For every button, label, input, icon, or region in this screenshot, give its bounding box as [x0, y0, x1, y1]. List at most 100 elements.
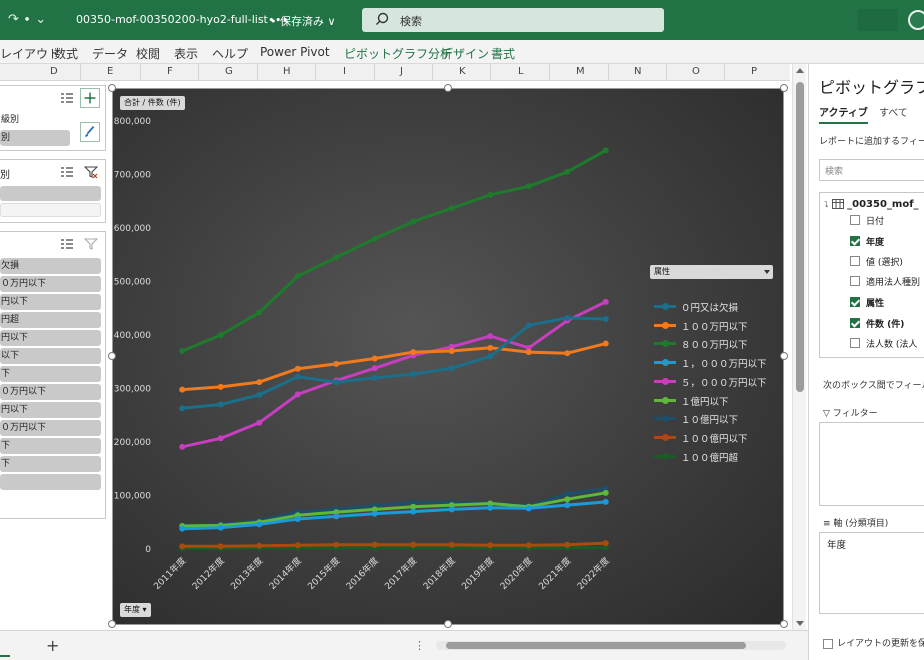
- legend-entry[interactable]: １００万円以下: [654, 318, 784, 333]
- search-box[interactable]: 検索: [362, 8, 664, 32]
- resize-handle[interactable]: [108, 620, 116, 628]
- horizontal-scrollbar[interactable]: [436, 641, 786, 650]
- legend-entry[interactable]: ０円又は欠損: [654, 299, 784, 314]
- add-button[interactable]: [80, 88, 100, 108]
- column-header[interactable]: F: [167, 66, 173, 77]
- resize-handle[interactable]: [108, 352, 116, 360]
- slicer-item[interactable]: 下: [0, 438, 101, 454]
- resize-handle[interactable]: [444, 84, 452, 92]
- field-label: 属性: [866, 299, 885, 309]
- column-header[interactable]: I: [343, 66, 346, 77]
- tab-power-pivot[interactable]: Power Pivot: [260, 45, 330, 59]
- legend-field-button[interactable]: 属性: [650, 265, 773, 279]
- scroll-thumb[interactable]: [796, 82, 804, 392]
- scroll-up-icon[interactable]: [796, 68, 804, 73]
- tab-review[interactable]: 校閲: [136, 45, 160, 62]
- resize-handle[interactable]: [780, 84, 788, 92]
- tab-view[interactable]: 表示: [174, 45, 198, 62]
- slicer-1[interactable]: 級別 別: [0, 85, 106, 151]
- legend-entry[interactable]: １億円以下: [654, 393, 784, 408]
- column-header[interactable]: H: [283, 66, 291, 77]
- filter-area[interactable]: [819, 422, 924, 506]
- brush-button[interactable]: [80, 122, 100, 142]
- defer-checkbox[interactable]: [823, 638, 833, 649]
- column-header[interactable]: L: [518, 66, 524, 77]
- slicer-item[interactable]: 欠損: [0, 258, 101, 274]
- clear-filter-icon[interactable]: [84, 165, 98, 179]
- tab-layout[interactable]: レイアウト: [0, 45, 60, 62]
- slicer-item[interactable]: [0, 474, 101, 490]
- column-header[interactable]: J: [400, 66, 403, 77]
- slicer-2[interactable]: 別: [0, 159, 106, 223]
- legend-entry[interactable]: １００億円以下: [654, 430, 784, 445]
- slicer-item[interactable]: [0, 186, 101, 201]
- filter-icon[interactable]: [84, 237, 98, 251]
- legend-entry[interactable]: ５，０００万円以下: [654, 374, 784, 389]
- slicer-item[interactable]: 以下: [0, 348, 101, 364]
- tab-format[interactable]: 書式: [491, 45, 515, 62]
- field-checkbox[interactable]: [850, 276, 860, 286]
- column-header[interactable]: N: [634, 66, 641, 77]
- axis-field-item[interactable]: 年度: [823, 538, 924, 554]
- field-checkbox[interactable]: [850, 256, 860, 266]
- field-search-input[interactable]: 検索: [819, 159, 924, 181]
- collapse-icon[interactable]: ⮧: [824, 200, 829, 209]
- axis-field-button[interactable]: 年度 ▾: [120, 603, 151, 617]
- slicer-item[interactable]: 円以下: [0, 402, 101, 418]
- legend-entry[interactable]: １０億円以下: [654, 411, 784, 426]
- legend-entry[interactable]: １，０００万円以下: [654, 355, 784, 370]
- slicer-item[interactable]: 円超: [0, 312, 101, 328]
- title-button[interactable]: [858, 9, 898, 31]
- quick-access-toolbar[interactable]: ↷ ∙ ⌄: [8, 12, 46, 27]
- sheet-tab[interactable]: [0, 635, 10, 657]
- legend-entry[interactable]: １００億円超: [654, 449, 784, 464]
- slicer-item[interactable]: 下: [0, 456, 101, 472]
- slicer-item[interactable]: 別: [0, 130, 70, 146]
- column-header[interactable]: P: [751, 66, 757, 77]
- slicer-item[interactable]: [0, 203, 101, 217]
- vertical-scrollbar[interactable]: [792, 64, 806, 630]
- column-header[interactable]: G: [225, 66, 233, 77]
- table-node[interactable]: ⮧ _00350_mof_: [824, 199, 919, 210]
- resize-handle[interactable]: [444, 620, 452, 628]
- resize-handle[interactable]: [780, 620, 788, 628]
- field-checkbox[interactable]: [850, 318, 860, 328]
- value-field-button[interactable]: 合計 / 件数 (件): [120, 96, 185, 110]
- add-sheet-icon[interactable]: +: [46, 636, 59, 655]
- defer-layout-update[interactable]: レイアウトの更新を保: [823, 636, 924, 649]
- legend-entry[interactable]: ８００万円以下: [654, 336, 784, 351]
- scroll-down-icon[interactable]: [796, 621, 804, 626]
- resize-handle[interactable]: [108, 84, 116, 92]
- tab-design[interactable]: デザイン: [441, 45, 489, 62]
- field-checkbox[interactable]: [850, 215, 860, 225]
- field-checkbox[interactable]: [850, 236, 860, 246]
- scroll-thumb[interactable]: [446, 642, 746, 649]
- column-header[interactable]: M: [576, 66, 585, 77]
- slicer-item[interactable]: ０万円以下: [0, 384, 101, 400]
- slicer-item[interactable]: 円以下: [0, 294, 101, 310]
- slicer-item[interactable]: 円以下: [0, 330, 101, 346]
- avatar[interactable]: [908, 10, 924, 30]
- multi-select-icon[interactable]: [60, 237, 74, 251]
- column-header[interactable]: D: [50, 66, 58, 77]
- slicer-item[interactable]: ０万円以下: [0, 420, 101, 436]
- column-header[interactable]: O: [692, 66, 700, 77]
- more-icon[interactable]: ⋮: [414, 639, 425, 652]
- save-status[interactable]: • 保存済み ∨: [270, 13, 336, 29]
- tab-help[interactable]: ヘルプ: [212, 45, 248, 62]
- tab-data[interactable]: データ: [92, 45, 128, 62]
- tab-active[interactable]: アクティブ: [819, 104, 868, 124]
- slicer-item[interactable]: ０万円以下: [0, 276, 101, 292]
- tab-formulas[interactable]: 数式: [54, 45, 78, 62]
- multi-select-icon[interactable]: [60, 91, 74, 105]
- field-checkbox[interactable]: [850, 338, 860, 348]
- slicer-item[interactable]: 下: [0, 366, 101, 382]
- field-checkbox[interactable]: [850, 297, 860, 307]
- multi-select-icon[interactable]: [60, 165, 74, 179]
- data-point: [371, 365, 378, 372]
- slicer-3[interactable]: 欠損 ０万円以下 円以下 円超 円以下 以下 下 ０万円以下 円以下 ０万円以下…: [0, 231, 106, 519]
- tab-all[interactable]: すべて: [879, 104, 908, 119]
- tab-pivotchart-analyze[interactable]: ピボットグラフ分析: [344, 45, 452, 62]
- column-header[interactable]: E: [107, 66, 113, 77]
- column-header[interactable]: K: [459, 66, 466, 77]
